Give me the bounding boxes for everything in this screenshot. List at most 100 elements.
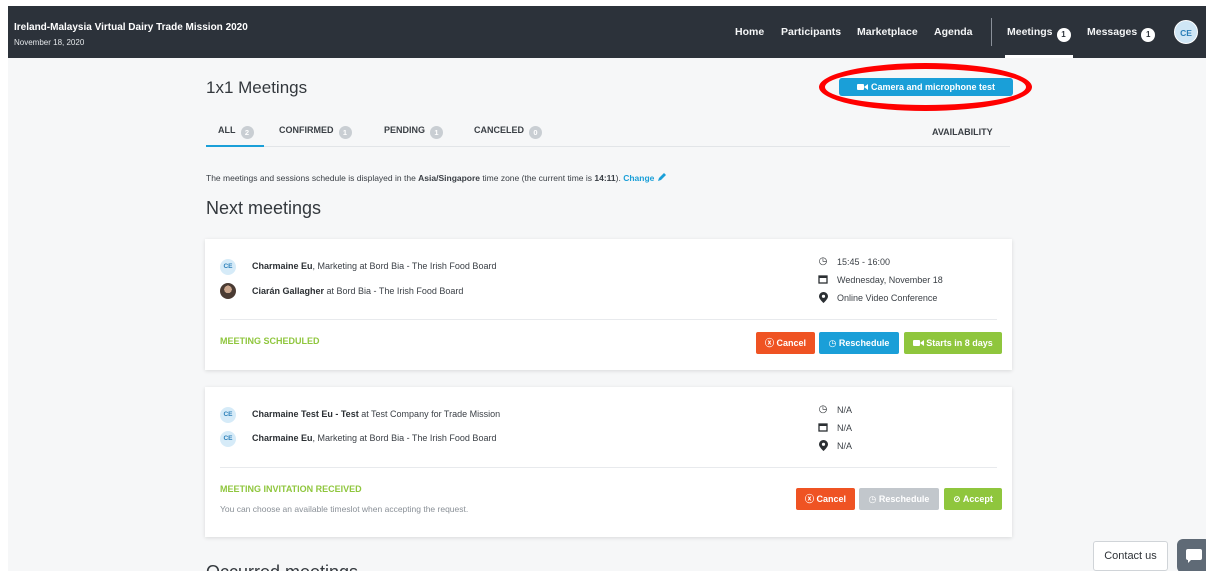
nav-messages-label: Messages: [1087, 26, 1138, 38]
video-camera-icon: [913, 340, 925, 346]
contact-us-button[interactable]: Contact us: [1093, 541, 1168, 571]
participant-line: Charmaine Eu, Marketing at Bord Bia - Th…: [252, 261, 496, 271]
tab-canceled-label: CANCELED: [474, 125, 525, 135]
nav-agenda[interactable]: Agenda: [934, 26, 973, 38]
cancel-label: Cancel: [776, 338, 807, 348]
cancel-label: Cancel: [816, 494, 847, 504]
meetings-count-badge: 1: [1056, 28, 1071, 42]
reschedule-button-disabled[interactable]: ◷ Reschedule: [859, 488, 939, 510]
participant-avatar[interactable]: CE: [220, 431, 236, 447]
camera-test-label: Camera and microphone test: [870, 82, 996, 92]
meeting-time: 15:45 - 16:00: [837, 257, 891, 267]
top-navigation-bar: Ireland-Malaysia Virtual Dairy Trade Mis…: [8, 6, 1206, 58]
reschedule-label: Reschedule: [878, 494, 930, 504]
meeting-location: N/A: [837, 441, 853, 451]
meeting-card: CE Charmaine Test Eu - Test at Test Comp…: [205, 387, 1012, 537]
cancel-circle-icon: ⓧ: [764, 338, 774, 348]
participant-detail: , Marketing at Bord Bia - The Irish Food…: [312, 261, 497, 271]
cancel-circle-icon: ⓧ: [804, 494, 814, 504]
meeting-status-note: You can choose an available timeslot whe…: [220, 504, 469, 514]
accept-label: Accept: [962, 494, 993, 504]
clock-icon: ◷: [818, 256, 828, 267]
nav-meetings[interactable]: Meetings 1: [1007, 26, 1071, 42]
nav-separator: [991, 18, 992, 46]
nav-messages[interactable]: Messages 1: [1087, 26, 1156, 42]
video-camera-icon: [856, 84, 868, 90]
tab-pending[interactable]: PENDING 1: [384, 125, 444, 139]
tab-pending-label: PENDING: [384, 125, 426, 135]
meeting-location: Online Video Conference: [837, 293, 938, 303]
tz-text-before: The meetings and sessions schedule is di…: [206, 173, 419, 183]
card-divider: [220, 467, 997, 468]
change-timezone-label: Change: [623, 173, 655, 183]
meeting-card: CE Charmaine Eu, Marketing at Bord Bia -…: [205, 239, 1012, 370]
participant-line: Charmaine Eu, Marketing at Bord Bia - Th…: [252, 433, 496, 443]
cancel-button[interactable]: ⓧ Cancel: [756, 332, 815, 354]
nav-home[interactable]: Home: [735, 26, 764, 38]
reschedule-button[interactable]: ◷ Reschedule: [819, 332, 899, 354]
tab-active-indicator: [206, 145, 264, 147]
camera-microphone-test-button[interactable]: Camera and microphone test: [839, 78, 1013, 96]
calendar-icon: [817, 422, 829, 435]
meeting-status: MEETING INVITATION RECEIVED: [220, 484, 362, 494]
page-title: 1x1 Meetings: [206, 78, 308, 97]
meeting-status: MEETING SCHEDULED: [220, 336, 320, 346]
check-circle-icon: ⊘: [953, 494, 961, 504]
calendar-icon: [817, 274, 829, 287]
tab-confirmed-count: 1: [338, 126, 352, 139]
participant-line: Ciarán Gallagher at Bord Bia - The Irish…: [252, 286, 463, 296]
location-pin-icon: [817, 292, 829, 306]
tab-canceled[interactable]: CANCELED 0: [474, 125, 543, 139]
next-meetings-title: Next meetings: [206, 198, 322, 218]
tab-confirmed[interactable]: CONFIRMED 1: [279, 125, 352, 139]
pencil-icon: [657, 173, 666, 181]
tab-all-label: ALL: [218, 125, 236, 135]
participant-detail: at Test Company for Trade Mission: [358, 409, 501, 419]
reschedule-label: Reschedule: [838, 338, 890, 348]
participant-line: Charmaine Test Eu - Test at Test Company…: [252, 409, 500, 419]
participant-name[interactable]: Ciarán Gallagher: [252, 286, 324, 296]
meeting-date: N/A: [837, 423, 853, 433]
participant-name[interactable]: Charmaine Eu: [252, 261, 313, 271]
chat-widget-button[interactable]: [1177, 539, 1206, 571]
app-frame: Ireland-Malaysia Virtual Dairy Trade Mis…: [8, 6, 1206, 571]
tz-zone: Asia/Singapore: [418, 173, 481, 183]
nav-participants[interactable]: Participants: [781, 26, 841, 38]
participant-name[interactable]: Charmaine Eu: [252, 433, 313, 443]
participant-detail: , Marketing at Bord Bia - The Irish Food…: [312, 433, 497, 443]
accept-button[interactable]: ⊘ Accept: [944, 488, 1002, 510]
nav-marketplace[interactable]: Marketplace: [857, 26, 918, 38]
location-pin-icon: [817, 440, 829, 454]
participant-avatar[interactable]: CE: [220, 407, 236, 423]
user-avatar[interactable]: CE: [1174, 20, 1198, 44]
meeting-date: Wednesday, November 18: [837, 275, 943, 285]
messages-count-badge: 1: [1141, 28, 1156, 42]
event-date: November 18, 2020: [14, 38, 85, 47]
participant-detail: at Bord Bia - The Irish Food Board: [324, 286, 464, 296]
tab-confirmed-label: CONFIRMED: [279, 125, 334, 135]
chat-bubble-tail: [1188, 559, 1192, 563]
occurred-meetings-title: Occurred meetings: [206, 562, 358, 571]
tab-pending-count: 1: [430, 126, 444, 139]
tz-text-middle: time zone (the current time is: [480, 173, 595, 183]
availability-link[interactable]: AVAILABILITY: [932, 127, 993, 137]
start-meeting-button[interactable]: Starts in 8 days: [904, 332, 1002, 354]
change-timezone-link[interactable]: Change: [623, 173, 667, 183]
card-divider: [220, 319, 997, 320]
participant-photo[interactable]: [220, 283, 236, 299]
timezone-notice: The meetings and sessions schedule is di…: [206, 172, 667, 183]
event-title[interactable]: Ireland-Malaysia Virtual Dairy Trade Mis…: [14, 22, 248, 33]
cancel-button[interactable]: ⓧ Cancel: [796, 488, 855, 510]
clock-icon: ◷: [818, 404, 828, 415]
participant-name[interactable]: Charmaine Test Eu - Test: [252, 409, 359, 419]
nav-active-indicator: [1005, 55, 1073, 58]
tz-current-time: 14:11: [594, 173, 616, 183]
clock-icon: ◷: [828, 338, 837, 348]
meeting-time: N/A: [837, 405, 853, 415]
tab-all[interactable]: ALL 2: [218, 125, 254, 139]
nav-meetings-label: Meetings: [1007, 26, 1053, 38]
start-label: Starts in 8 days: [926, 338, 993, 348]
clock-icon: ◷: [868, 494, 877, 504]
tab-canceled-count: 0: [529, 126, 543, 139]
participant-avatar[interactable]: CE: [220, 259, 236, 275]
